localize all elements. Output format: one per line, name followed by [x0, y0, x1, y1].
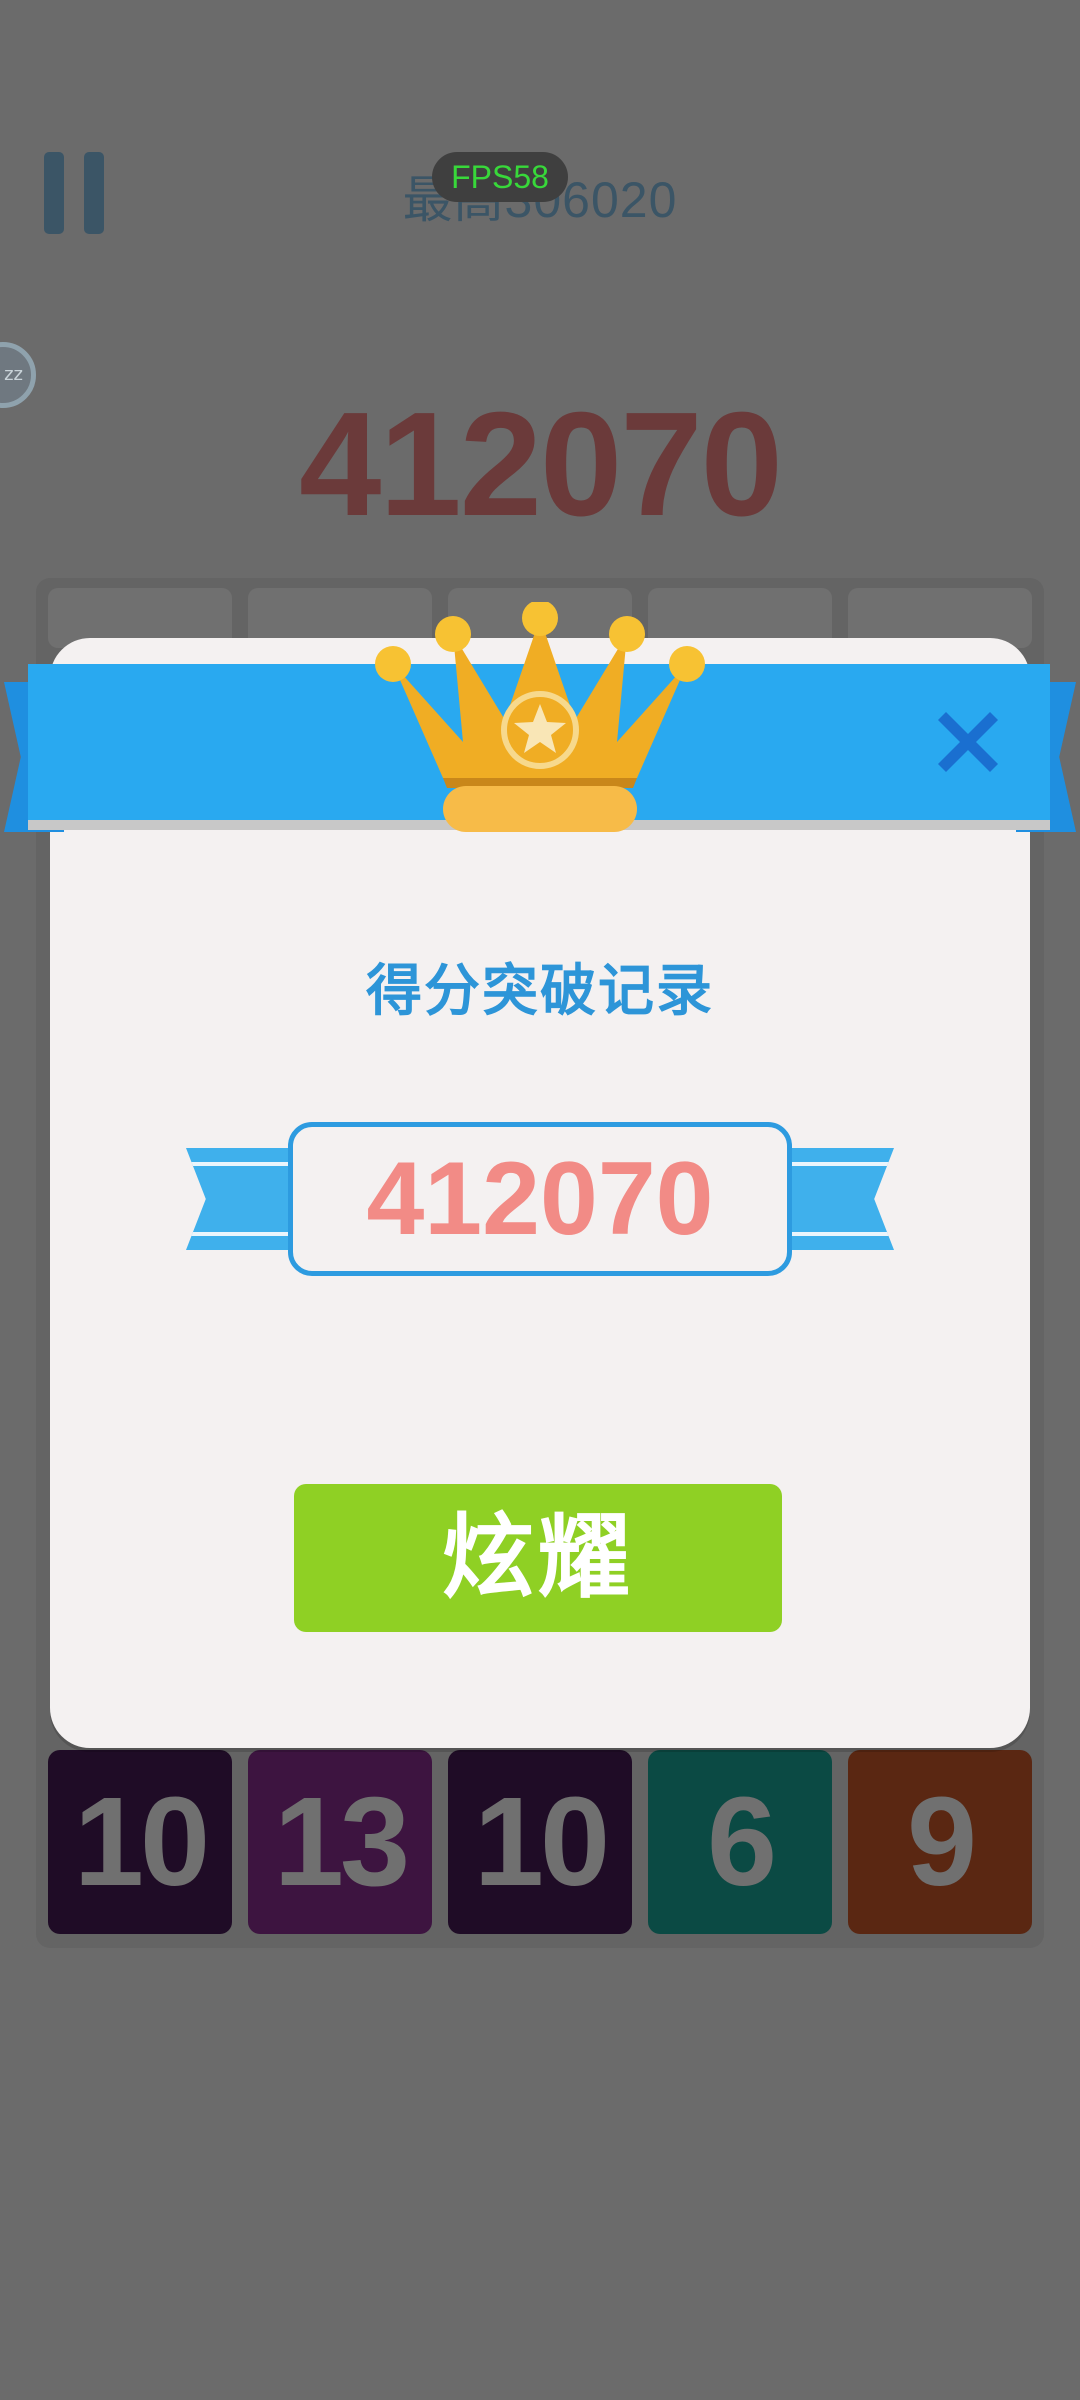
record-score: 412070 — [288, 1122, 792, 1276]
share-button[interactable]: 炫耀 — [294, 1484, 782, 1632]
pause-icon — [44, 152, 64, 234]
tile[interactable]: 6 — [648, 1750, 832, 1934]
pause-button[interactable] — [40, 152, 108, 234]
tiles-row: 10 13 10 6 9 — [48, 1750, 1032, 1934]
tile[interactable]: 13 — [248, 1750, 432, 1934]
tile[interactable]: 10 — [448, 1750, 632, 1934]
dialog-title: 得分突破记录 — [366, 959, 714, 1024]
current-score: 412070 — [299, 382, 783, 547]
tile[interactable]: 10 — [48, 1750, 232, 1934]
fps-counter: FPS58 — [432, 152, 568, 202]
crown-icon — [375, 602, 705, 832]
close-icon[interactable] — [928, 702, 1008, 782]
game-screen: 最高306020 FPS58 zz 412070 10 13 10 6 9 得分… — [0, 0, 1080, 2400]
score-banner: 412070 — [186, 1122, 894, 1278]
tile[interactable]: 9 — [848, 1750, 1032, 1934]
